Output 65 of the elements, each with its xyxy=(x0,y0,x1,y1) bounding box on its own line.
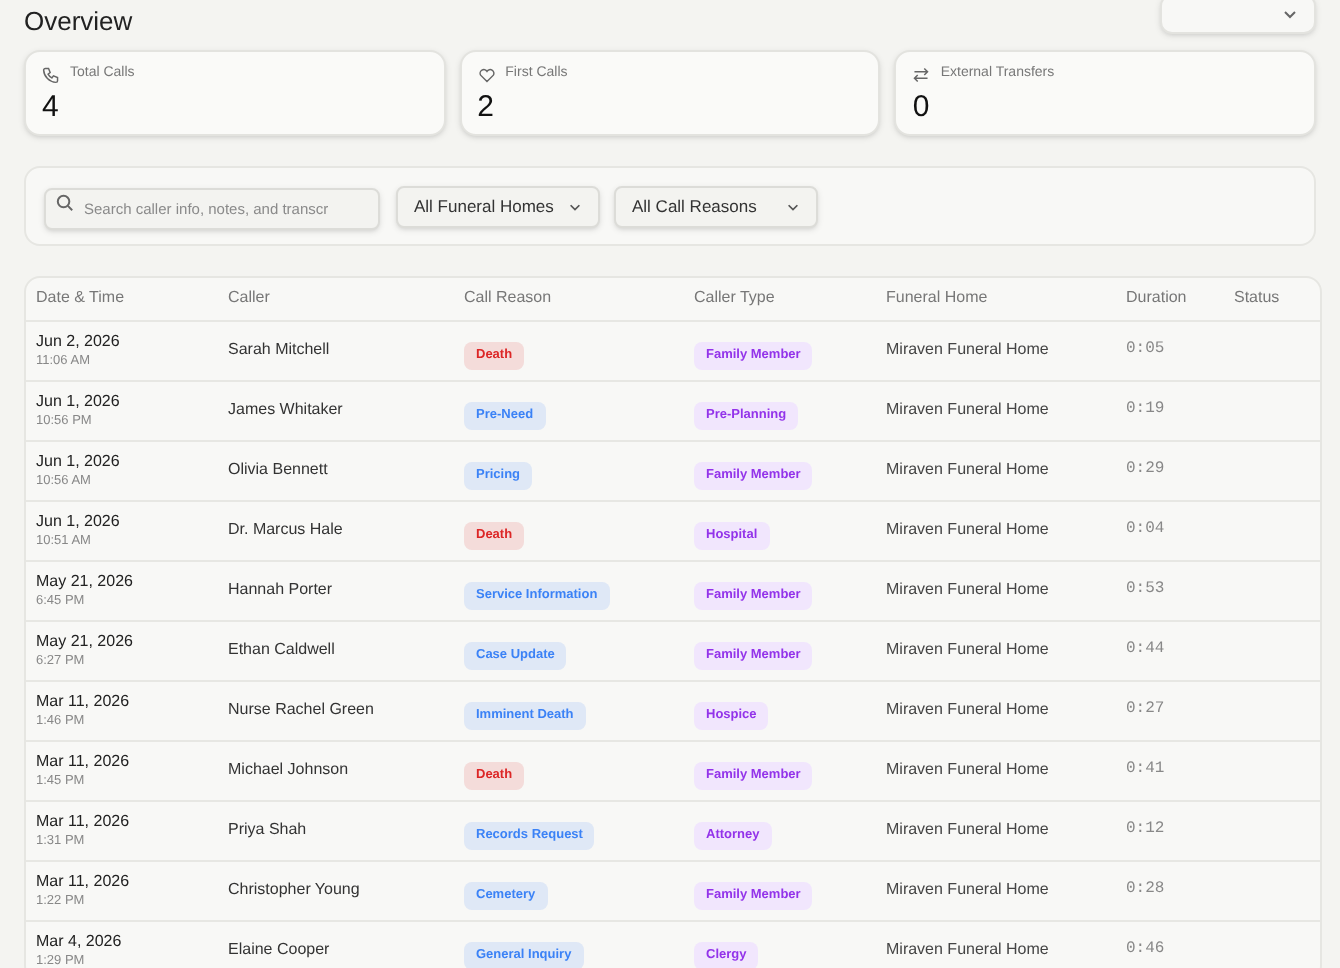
duration-cell: 0:04 xyxy=(1126,500,1234,560)
caller-cell: Hannah Porter xyxy=(228,560,464,620)
duration-cell: 0:29 xyxy=(1126,440,1234,500)
caller-cell: Dr. Marcus Hale xyxy=(228,500,464,560)
heart-icon xyxy=(477,65,496,84)
chevron-down-icon xyxy=(1282,6,1298,22)
caller-cell: Olivia Bennett xyxy=(228,440,464,500)
duration-cell: 0:41 xyxy=(1126,740,1234,800)
funeral-home-cell: Miraven Funeral Home xyxy=(886,380,1126,440)
date-text: Mar 11, 2026 xyxy=(36,871,130,891)
caller-cell: Christopher Young xyxy=(228,860,464,920)
caller-cell: Ethan Caldwell xyxy=(228,620,464,680)
funeral-home-cell: Miraven Funeral Home xyxy=(886,920,1126,968)
arrows-icon xyxy=(912,65,931,84)
duration-cell: 0:46 xyxy=(1126,920,1234,968)
column-header: Funeral Home xyxy=(886,278,1126,320)
funeral-home-cell: Miraven Funeral Home xyxy=(886,860,1126,920)
funeral-home-cell: Miraven Funeral Home xyxy=(886,680,1126,740)
caller-cell: Elaine Cooper xyxy=(228,920,464,968)
duration-cell: 0:28 xyxy=(1126,860,1234,920)
date-text: Jun 1, 2026 xyxy=(36,391,120,411)
date-text: May 21, 2026 xyxy=(36,631,133,651)
stat-value: 4 xyxy=(42,91,59,121)
duration-cell: 0:27 xyxy=(1126,680,1234,740)
column-header: Duration xyxy=(1126,278,1234,320)
column-header: Date & Time xyxy=(26,278,228,320)
funeral-home-cell: Miraven Funeral Home xyxy=(886,800,1126,860)
caller-cell: Priya Shah xyxy=(228,800,464,860)
date-text: Mar 4, 2026 xyxy=(36,931,122,952)
stat-value: 0 xyxy=(912,91,930,121)
column-header: Caller xyxy=(228,278,464,320)
funeral-home-cell: Miraven Funeral Home xyxy=(886,440,1126,500)
funeral-home-cell: Miraven Funeral Home xyxy=(886,740,1126,800)
phone-icon xyxy=(42,65,60,84)
duration-cell: 0:53 xyxy=(1126,560,1234,620)
date-text: Jun 1, 2026 xyxy=(36,511,120,531)
search-icon xyxy=(56,194,74,212)
page-title: Overview xyxy=(24,3,133,40)
duration-cell: 0:44 xyxy=(1126,620,1234,680)
caller-cell: Sarah Mitchell xyxy=(228,320,464,380)
duration-cell: 0:19 xyxy=(1126,380,1234,440)
stat-value: 2 xyxy=(477,91,494,121)
funeral-home-cell: Miraven Funeral Home xyxy=(886,500,1126,560)
date-text: May 21, 2026 xyxy=(36,571,133,591)
duration-cell: 0:05 xyxy=(1126,320,1234,380)
caller-cell: James Whitaker xyxy=(228,380,464,440)
column-header: Call Reason xyxy=(464,278,694,320)
date-text: Mar 11, 2026 xyxy=(36,751,130,771)
filter-dropdown[interactable]: All Call Reasons xyxy=(614,185,818,227)
date-text: Jun 2, 2026 xyxy=(36,331,120,351)
caller-cell: Nurse Rachel Green xyxy=(228,680,464,740)
funeral-home-cell: Miraven Funeral Home xyxy=(886,320,1126,380)
caller-cell: Michael Johnson xyxy=(228,740,464,800)
column-header: Caller Type xyxy=(694,278,886,320)
chevron-down-icon xyxy=(568,199,582,213)
date-text: Jun 1, 2026 xyxy=(36,451,120,471)
filter-dropdown[interactable]: All Funeral Homes xyxy=(396,185,600,227)
chevron-down-icon xyxy=(786,199,800,213)
dropdown-button[interactable] xyxy=(1160,0,1316,34)
duration-cell: 0:12 xyxy=(1126,800,1234,860)
column-header: Status xyxy=(1234,278,1320,320)
funeral-home-cell: Miraven Funeral Home xyxy=(886,560,1126,620)
date-text: Mar 11, 2026 xyxy=(36,811,130,831)
date-text: Mar 11, 2026 xyxy=(36,691,130,711)
funeral-home-cell: Miraven Funeral Home xyxy=(886,620,1126,680)
